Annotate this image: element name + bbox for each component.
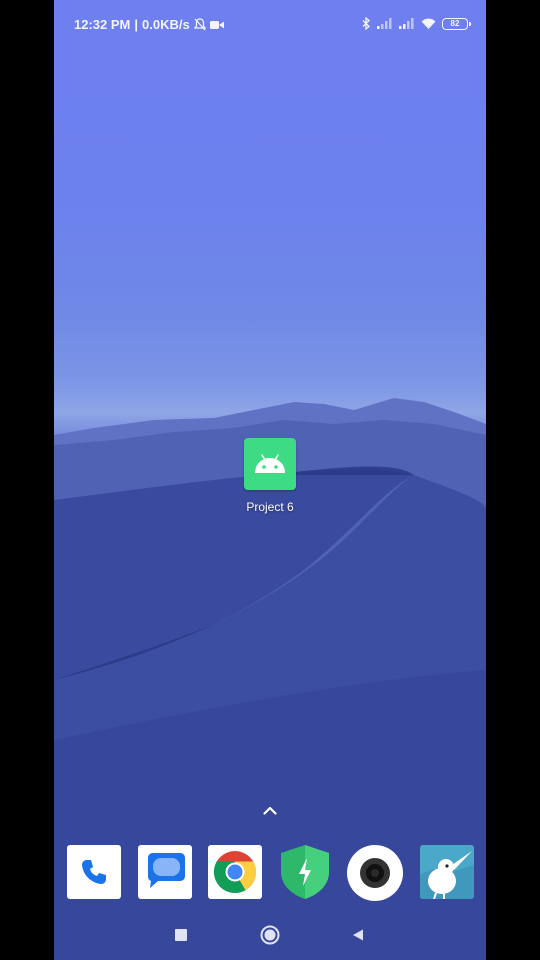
dock-chrome-app[interactable] bbox=[208, 845, 262, 899]
messages-icon bbox=[148, 853, 185, 888]
chevron-up-icon bbox=[263, 806, 277, 815]
dock-messages-app[interactable] bbox=[138, 845, 192, 899]
camera-icon bbox=[360, 858, 390, 888]
status-separator: | bbox=[134, 17, 139, 32]
back-triangle-icon bbox=[353, 929, 363, 941]
app-drawer-arrow[interactable] bbox=[258, 800, 282, 820]
phone-icon bbox=[82, 860, 106, 884]
recents-button[interactable] bbox=[164, 918, 198, 952]
status-bar: 12:32 PM | 0.0KB/s 82 bbox=[54, 0, 486, 50]
notification-muted-icon bbox=[193, 18, 206, 31]
signal-icon-2 bbox=[399, 18, 414, 29]
clock: 12:32 PM bbox=[74, 17, 131, 32]
dock-phone-app[interactable] bbox=[67, 845, 121, 899]
signal-icon bbox=[377, 18, 392, 29]
android-icon bbox=[255, 454, 285, 473]
bluetooth-icon bbox=[362, 17, 370, 30]
dock bbox=[54, 845, 486, 901]
recents-square-icon bbox=[175, 929, 187, 941]
dock-kiwi-browser-app[interactable] bbox=[420, 845, 474, 899]
home-screen: 12:32 PM | 0.0KB/s 82 Project 6 bbox=[54, 0, 486, 960]
kiwi-bird-icon bbox=[420, 845, 474, 899]
dock-camera-app[interactable] bbox=[347, 845, 403, 901]
back-button[interactable] bbox=[341, 918, 375, 952]
navigation-bar bbox=[54, 918, 486, 952]
dock-security-app[interactable] bbox=[278, 845, 332, 899]
chrome-icon bbox=[213, 851, 256, 894]
screen-record-icon bbox=[209, 20, 224, 29]
network-speed: 0.0KB/s bbox=[142, 17, 190, 32]
battery-level: 82 bbox=[450, 19, 460, 28]
security-shield-icon bbox=[281, 845, 329, 899]
home-button[interactable] bbox=[253, 918, 287, 952]
app-label-project-6[interactable]: Project 6 bbox=[220, 500, 320, 514]
home-circle-icon bbox=[260, 925, 280, 945]
battery-icon: 82 bbox=[442, 17, 471, 30]
app-icon-project-6[interactable] bbox=[244, 438, 296, 490]
wifi-icon bbox=[421, 18, 436, 29]
